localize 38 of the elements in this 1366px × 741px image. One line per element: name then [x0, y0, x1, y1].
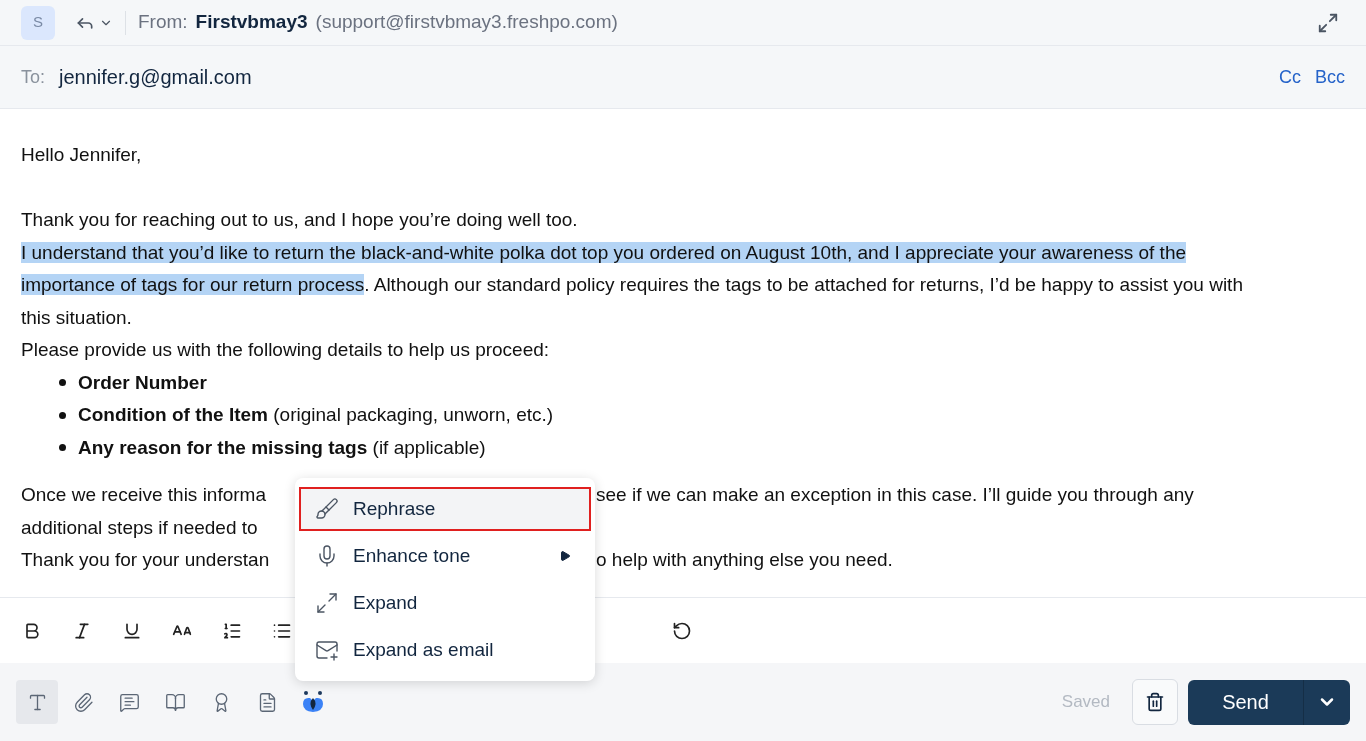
menu-item[interactable]: Enhance tone — [299, 534, 591, 578]
cc-link[interactable]: Cc — [1279, 63, 1301, 91]
body-text: Please provide us with the following details to help us proceed: — [21, 338, 551, 362]
body-text: o help with anything else you need. — [596, 548, 893, 572]
from-name: Firstvbmay3 — [195, 10, 308, 35]
menu-item[interactable]: Expand — [299, 581, 591, 625]
mail-icon — [315, 638, 339, 662]
expand-icon — [315, 591, 339, 615]
from-email: (support@firstvbmay3.freshpo.com) — [315, 10, 618, 35]
bullet-icon — [59, 379, 66, 387]
body-text: see if we can make an exception in this case. I’ll guide you through any — [596, 483, 1194, 507]
submenu-arrow-icon — [559, 550, 571, 562]
bullet-icon — [59, 411, 66, 419]
list-item-text: Any reason for the missing tags (if applicable) — [78, 435, 486, 460]
trash-icon — [1145, 692, 1165, 712]
body-text: Thank you for your understan — [21, 548, 271, 572]
avatar: S — [21, 5, 55, 40]
menu-item[interactable]: Expand as email — [299, 628, 591, 672]
body-text: Once we receive this informa — [21, 483, 267, 507]
expand-icon[interactable] — [1317, 11, 1339, 34]
text-format-icon[interactable] — [16, 680, 58, 724]
body-text: Thank you for reaching out to us, and I hope you’re doing well too. — [21, 208, 579, 232]
from-label: From: — [138, 10, 188, 35]
bcc-link[interactable]: Bcc — [1315, 63, 1345, 91]
bullet-icon — [59, 444, 66, 452]
brush-icon — [315, 497, 339, 521]
menu-item[interactable]: Rephrase — [299, 487, 591, 531]
list-item-text: Order Number — [78, 370, 207, 395]
circular-arrow-icon[interactable] — [672, 620, 692, 641]
italic-icon[interactable] — [72, 620, 92, 641]
delete-button[interactable] — [1132, 679, 1178, 725]
to-address[interactable]: jennifer.g@gmail.com — [59, 62, 252, 92]
body-text: additional steps if needed to — [21, 515, 259, 540]
greeting-text: Hello Jennifer, — [21, 143, 143, 167]
to-label: To: — [21, 65, 45, 89]
list-item-text: Condition of the Item (original packaging, unworn, etc.) — [78, 403, 554, 427]
saved-status: Saved — [1061, 691, 1110, 714]
ai-assistant-icon — [300, 689, 326, 715]
